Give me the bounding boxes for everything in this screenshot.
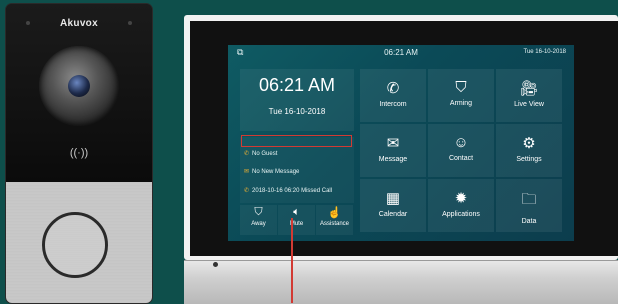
tile-applications[interactable]: ✹ Applications (428, 179, 494, 232)
notification-missed-call[interactable]: ✆ 2018-10-16 06:20 Missed Call (244, 187, 354, 194)
quick-actions: ⛉ Away 🔈︎ Mute ☝ Assistance (240, 205, 354, 235)
tile-label: Calendar (378, 211, 408, 218)
clock-widget: 06:21 AM Tue 16-10-2018 (240, 69, 354, 131)
monitor-base (184, 260, 618, 304)
call-button[interactable] (42, 212, 108, 278)
missed-call-icon: ✆ (244, 188, 250, 194)
camera-lens (68, 75, 90, 97)
notification-text: 2018-10-16 06:20 Missed Call (252, 188, 333, 194)
away-button[interactable]: ⛉ Away (240, 205, 277, 235)
gear-icon: ⚙ (522, 135, 536, 152)
mute-button[interactable]: 🔈︎ Mute (278, 205, 315, 235)
tile-label: Intercom (379, 101, 407, 108)
door-station-panel (6, 182, 152, 303)
tile-intercom[interactable]: ✆ Intercom (360, 69, 426, 122)
indoor-monitor: ⧉ 06:21 AM Tue 16-10-2018 06:21 AM Tue 1… (184, 15, 618, 304)
status-bar: ⧉ 06:21 AM Tue 16-10-2018 (228, 45, 574, 60)
camera-icon: 🎥︎ (519, 80, 539, 97)
shield-icon: ⛉ (254, 206, 263, 218)
tile-message[interactable]: ✉ Message (360, 124, 426, 177)
contact-icon: ☺ (453, 134, 469, 151)
clock-time: 06:21 AM (258, 75, 336, 95)
assistance-label: Assistance (319, 221, 349, 227)
mute-label: Mute (289, 221, 304, 227)
tile-label: Contact (448, 155, 474, 162)
lightbulb-icon: ✹ (454, 190, 468, 207)
power-led (213, 262, 218, 267)
speaker-mute-icon: 🔈︎ (293, 206, 300, 218)
tile-label: Live View (514, 101, 544, 108)
tile-label: Arming (449, 100, 473, 107)
phone-icon: ✆ (244, 151, 250, 157)
camera-icon (39, 46, 119, 126)
app-grid: ✆ Intercom ⛉ Arming 🎥︎ Live View ✉ Messa… (360, 69, 564, 235)
touch-screen: ⧉ 06:21 AM Tue 16-10-2018 06:21 AM Tue 1… (228, 45, 574, 241)
indicator-led (128, 21, 132, 25)
status-date: Tue 16-10-2018 (523, 49, 566, 55)
tile-label: Data (521, 218, 537, 225)
away-label: Away (251, 221, 266, 227)
tile-label: Applications (442, 211, 480, 218)
calendar-icon: ▦ (385, 190, 401, 207)
tile-contact[interactable]: ☺ Contact (428, 124, 494, 177)
tile-label: Settings (516, 156, 542, 163)
clock-date: Tue 16-10-2018 (268, 107, 326, 116)
missed-call-highlight (241, 135, 352, 147)
notification-guest[interactable]: ✆ No Guest (244, 150, 354, 157)
tile-settings[interactable]: ⚙ Settings (496, 124, 562, 177)
message-icon: ✉ (386, 135, 400, 152)
notification-message[interactable]: ✉ No New Message (244, 168, 354, 175)
door-station: Akuvox ((·)) (6, 4, 152, 303)
tile-calendar[interactable]: ▦ Calendar (360, 179, 426, 232)
door-station-top: Akuvox ((·)) (6, 4, 152, 182)
home-left-panel: 06:21 AM Tue 16-10-2018 ✆ No Guest ✉ No Ne… (240, 69, 354, 235)
notification-text: No Guest (252, 151, 278, 157)
assistance-button[interactable]: ☝ Assistance (316, 205, 353, 235)
tile-data[interactable]: 🗀︎ Data (496, 179, 562, 232)
hand-icon: ☝ (327, 207, 342, 219)
status-time: 06:21 AM (384, 48, 418, 57)
tile-live-view[interactable]: 🎥︎ Live View (496, 69, 562, 122)
annotation-line (291, 218, 293, 303)
monitor-frame: ⧉ 06:21 AM Tue 16-10-2018 06:21 AM Tue 1… (184, 15, 618, 260)
phone-icon: ✆ (386, 80, 400, 97)
nfc-icon: ((·)) (69, 147, 89, 159)
envelope-icon: ✉ (244, 169, 250, 175)
folder-icon: 🗀︎ (521, 191, 537, 208)
notification-text: No New Message (252, 169, 300, 175)
tile-label: Message (378, 156, 408, 163)
tile-arming[interactable]: ⛉ Arming (428, 69, 494, 122)
shield-icon: ⛉ (455, 79, 467, 96)
